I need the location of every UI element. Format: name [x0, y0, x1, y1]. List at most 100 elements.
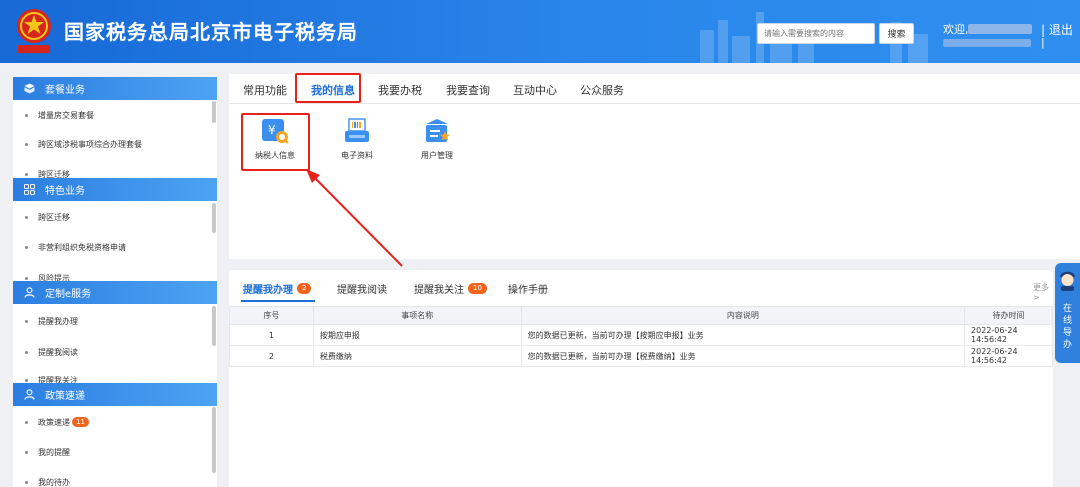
count-badge: 11: [72, 417, 89, 427]
site-title: 国家税务总局北京市电子税务局: [64, 20, 358, 44]
search-button[interactable]: 搜索: [879, 23, 914, 44]
sidebar-item[interactable]: 提醒我办理: [13, 311, 213, 331]
bullet-dot: [25, 277, 28, 280]
section-scrollbar[interactable]: [212, 101, 216, 123]
sidebar-item-label: 我的待办: [38, 478, 70, 487]
sidebar-item[interactable]: 我的待办: [13, 477, 213, 487]
top-header: 国家税务总局北京市电子税务局 搜索 欢迎, | 退出 |: [0, 0, 1080, 63]
highlight-box-tab: [295, 73, 361, 103]
grid-icon: [23, 184, 35, 196]
section-header-featured[interactable]: 特色业务: [13, 178, 217, 201]
column-header: 内容说明: [520, 306, 966, 325]
section-title: 特色业务: [45, 186, 85, 197]
bullet-dot: [25, 173, 28, 176]
table-cell: 2: [229, 345, 314, 367]
sidebar-item-label: 提醒我阅读: [38, 347, 78, 357]
section-header-package[interactable]: 套餐业务: [13, 77, 217, 100]
table-row[interactable]: 2 税费缴纳 您的数据已更新，当前可办理【税费缴纳】业务 2022-06-24 …: [229, 345, 1053, 367]
tab-operation-manual[interactable]: 操作手册: [508, 281, 548, 296]
sidebar-item[interactable]: 跨区迁移: [13, 207, 213, 227]
more-link[interactable]: 更多>: [1033, 282, 1053, 302]
bullet-dot: [25, 319, 28, 323]
sidebar-item[interactable]: 政策速递 11: [13, 412, 213, 432]
sidebar-item[interactable]: 增量房交易套餐: [13, 105, 213, 125]
tab-tax-handling[interactable]: 我要办税: [378, 82, 422, 98]
sidebar-item-label: 跨区域涉税事项综合办理套餐: [38, 139, 142, 149]
sidebar-item[interactable]: 非营利组织免税资格申请: [13, 237, 213, 257]
bullet-dot: [25, 113, 28, 117]
electronic-docs-icon: [345, 118, 369, 142]
tab-common-functions[interactable]: 常用功能: [243, 82, 287, 98]
section-title: 定制e服务: [45, 289, 92, 300]
count-badge: 2: [297, 283, 312, 294]
table-cell: 2022-06-24 14:56:42: [964, 345, 1053, 367]
tab-label: 提醒我阅读: [337, 285, 387, 296]
bullet-dot: [25, 481, 28, 484]
tab-remind-handle[interactable]: 提醒我办理 2: [243, 281, 312, 296]
bullet-dot: [25, 350, 28, 354]
table-cell: 您的数据已更新，当前可办理【税费缴纳】业务: [520, 345, 966, 367]
header-separator: |: [1041, 36, 1045, 49]
sidebar-item[interactable]: 提醒我阅读: [13, 342, 213, 362]
user-management-button[interactable]: 用户管理: [407, 117, 467, 167]
function-label: 电子资料: [341, 151, 373, 160]
reminder-panel: 提醒我办理 2 提醒我阅读 提醒我关注 10 操作手册 更多> 序号 事项名称 内容…: [229, 270, 1053, 487]
sidebar-item-label: 增量房交易套餐: [38, 110, 94, 120]
table-row[interactable]: 1 按期应申报 您的数据已更新，当前可办理【按期应申报】业务 2022-06-2…: [229, 324, 1053, 346]
logout-link[interactable]: | 退出: [1041, 21, 1073, 38]
tab-remind-follow[interactable]: 提醒我关注 10: [414, 281, 487, 296]
box-icon: [23, 83, 35, 95]
company-name-redacted: [943, 39, 1031, 47]
user-icon: [23, 287, 35, 299]
section-scrollbar[interactable]: [212, 407, 216, 473]
table-cell: 按期应申报: [312, 324, 522, 346]
sidebar-item-label: 我的提醒: [38, 447, 70, 457]
reminder-table: 序号 事项名称 内容说明 待办时间 1 按期应申报 您的数据已更新，当前可办理【…: [229, 306, 1053, 367]
assistant-avatar-icon: [1060, 271, 1075, 291]
table-cell: 1: [229, 324, 314, 346]
column-header: 事项名称: [312, 306, 522, 325]
table-cell: 税费缴纳: [312, 345, 522, 367]
tab-remind-read[interactable]: 提醒我阅读: [337, 281, 387, 296]
tab-query[interactable]: 我要查询: [446, 82, 490, 98]
online-guide-button[interactable]: 在线导办: [1055, 263, 1080, 363]
section-scrollbar[interactable]: [212, 203, 216, 233]
welcome-text: 欢迎,: [943, 23, 969, 36]
sidebar-item-label: 跨区迁移: [38, 212, 70, 222]
active-tab-underline: [241, 300, 315, 302]
online-guide-label: 在线导办: [1062, 304, 1072, 350]
section-header-custom-service[interactable]: 定制e服务: [13, 281, 217, 304]
electronic-docs-button[interactable]: 电子资料: [327, 117, 387, 167]
tab-label: 提醒我关注: [414, 285, 464, 296]
column-header: 序号: [229, 306, 314, 325]
sidebar-item-label: 非营利组织免税资格申请: [38, 242, 126, 252]
tab-public-service[interactable]: 公众服务: [580, 82, 624, 98]
section-title: 政策速递: [45, 391, 85, 402]
sidebar-item-label: 提醒我办理: [38, 316, 78, 326]
bullet-dot: [25, 245, 28, 249]
bullet-dot: [25, 142, 28, 146]
bullet-dot: [25, 215, 28, 219]
sidebar-item-label: 政策速递: [38, 417, 70, 427]
search-input[interactable]: [757, 23, 875, 44]
tab-label: 操作手册: [508, 285, 548, 296]
tab-interaction-center[interactable]: 互动中心: [513, 82, 557, 98]
bullet-dot: [25, 379, 28, 382]
tab-label: 提醒我办理: [243, 285, 293, 296]
sidebar-item[interactable]: 跨区域涉税事项综合办理套餐: [13, 134, 213, 154]
bullet-dot: [25, 420, 28, 424]
table-cell: 2022-06-24 14:56:42: [964, 324, 1053, 346]
user-icon: [23, 389, 35, 401]
section-title: 套餐业务: [45, 85, 85, 96]
table-header-row: 序号 事项名称 内容说明 待办时间: [229, 306, 1053, 325]
sidebar-item[interactable]: 我的提醒: [13, 442, 213, 462]
bullet-dot: [25, 450, 28, 454]
section-scrollbar[interactable]: [212, 306, 216, 346]
function-label: 用户管理: [421, 151, 453, 160]
annotation-arrow: [306, 169, 403, 267]
section-header-policy[interactable]: 政策速递: [13, 383, 217, 406]
username-redacted: [968, 24, 1032, 34]
column-header: 待办时间: [964, 306, 1053, 325]
left-sidebar: 套餐业务 增量房交易套餐 跨区域涉税事项综合办理套餐 跨区迁移 特色业务 跨区迁…: [13, 77, 217, 487]
national-emblem-logo: [17, 9, 51, 53]
